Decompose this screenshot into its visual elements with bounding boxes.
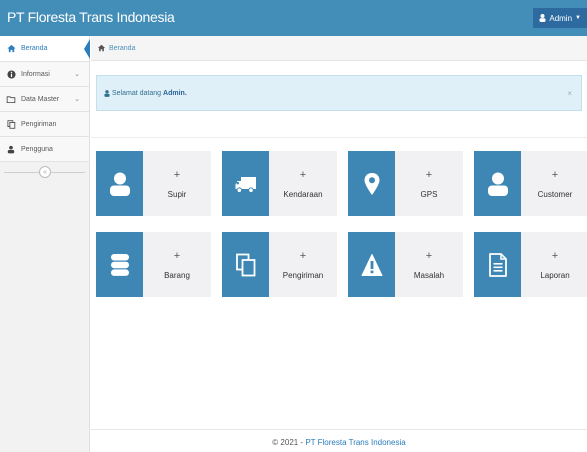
tile-pengiriman[interactable]: + Pengiriman <box>222 232 337 297</box>
tile-icon-box <box>348 151 395 216</box>
welcome-alert: Selamat datang Admin. × <box>96 75 582 111</box>
database-icon <box>110 253 129 276</box>
sidebar-item-label: Data Master <box>21 95 60 103</box>
tile-icon-box <box>474 151 521 216</box>
tile-icon-box <box>348 232 395 297</box>
info-icon <box>6 69 16 79</box>
tile-text-box: + Laporan <box>521 232 587 297</box>
tile-laporan[interactable]: + Laporan <box>474 232 587 297</box>
warning-icon <box>361 253 382 276</box>
plus-icon: + <box>173 168 181 181</box>
tile-icon-box <box>222 151 269 216</box>
tile-label: Kendaraan <box>283 189 323 199</box>
tile-icon-box <box>474 232 521 297</box>
footer-copyright: © 2021 - <box>272 438 306 447</box>
tile-masalah[interactable]: + Masalah <box>348 232 463 297</box>
close-alert-button[interactable]: × <box>567 89 572 98</box>
top-navbar: PT Floresta Trans Indonesia Admin ▼ <box>0 0 587 36</box>
breadcrumb: Beranda <box>91 36 587 61</box>
tile-label: Pengiriman <box>282 270 324 280</box>
folder-icon <box>6 94 16 104</box>
copy-icon <box>6 119 16 129</box>
sidebar-item-data-master[interactable]: Data Master ⌄ <box>0 87 89 112</box>
home-icon <box>6 44 16 54</box>
plus-icon: + <box>299 249 307 262</box>
tile-text-box: + GPS <box>395 151 463 216</box>
plus-icon: + <box>551 168 559 181</box>
plus-icon: + <box>299 168 307 181</box>
double-chevron-left-icon: « <box>43 168 47 176</box>
tile-gps[interactable]: + GPS <box>348 151 463 216</box>
tile-text-box: + Customer <box>521 151 587 216</box>
chevron-down-icon: ⌄ <box>74 96 80 103</box>
tile-text-box: + Kendaraan <box>269 151 337 216</box>
tile-text-box: + Supir <box>143 151 211 216</box>
tile-label: GPS <box>420 189 438 199</box>
user-icon <box>487 172 508 196</box>
plus-icon: + <box>425 168 433 181</box>
truck-icon <box>235 176 256 193</box>
brand-title[interactable]: PT Floresta Trans Indonesia <box>7 9 175 25</box>
tile-text-box: + Pengiriman <box>269 232 337 297</box>
sidebar-item-informasi[interactable]: Informasi ⌄ <box>0 62 89 87</box>
sidebar-item-label: Beranda <box>21 45 48 52</box>
sidebar-item-pengguna[interactable]: Pengguna <box>0 137 89 162</box>
plus-icon: + <box>551 249 559 262</box>
copy-icon <box>235 253 255 276</box>
collapse-toggle-button[interactable]: « <box>39 166 51 178</box>
footer: © 2021 - PT Floresta Trans Indonesia <box>91 429 587 452</box>
tile-customer[interactable]: + Customer <box>474 151 587 216</box>
sidebar: Beranda Informasi ⌄ Data Master ⌄ Pengir… <box>0 36 90 452</box>
sidebar-item-label: Pengguna <box>21 145 53 153</box>
user-menu[interactable]: Admin ▼ <box>533 8 587 28</box>
sidebar-item-label: Pengiriman <box>21 120 57 128</box>
file-text-icon <box>488 252 507 277</box>
welcome-username: Admin. <box>163 89 187 97</box>
tile-label: Barang <box>164 270 190 280</box>
breadcrumb-home-link[interactable]: Beranda <box>109 45 135 52</box>
tile-label: Supir <box>167 189 187 199</box>
home-icon <box>97 44 106 52</box>
user-icon <box>104 89 110 97</box>
sidebar-item-label: Informasi <box>21 70 50 78</box>
tile-text-box: + Barang <box>143 232 211 297</box>
tile-text-box: + Masalah <box>395 232 463 297</box>
caret-down-icon: ▼ <box>575 15 581 21</box>
sidebar-collapse: « <box>0 162 89 182</box>
tile-label: Laporan <box>540 270 570 280</box>
tile-label: Customer <box>537 189 573 199</box>
sidebar-item-beranda[interactable]: Beranda <box>0 36 90 62</box>
welcome-text: Selamat datang <box>112 89 162 97</box>
sidebar-item-pengiriman[interactable]: Pengiriman <box>0 112 89 137</box>
map-marker-icon <box>364 172 379 195</box>
user-icon <box>6 144 16 154</box>
footer-company: PT Floresta Trans Indonesia <box>305 438 406 447</box>
user-menu-label: Admin <box>549 13 573 23</box>
chevron-down-icon: ⌄ <box>74 71 80 78</box>
tile-supir[interactable]: + Supir <box>96 151 211 216</box>
tile-label: Masalah <box>413 270 445 280</box>
tile-icon-box <box>96 232 143 297</box>
content-divider <box>91 137 587 138</box>
plus-icon: + <box>425 249 433 262</box>
tile-icon-box <box>222 232 269 297</box>
user-icon <box>109 172 130 196</box>
tile-icon-box <box>96 151 143 216</box>
tile-kendaraan[interactable]: + Kendaraan <box>222 151 337 216</box>
tile-barang[interactable]: + Barang <box>96 232 211 297</box>
plus-icon: + <box>173 249 181 262</box>
user-icon <box>539 14 546 22</box>
